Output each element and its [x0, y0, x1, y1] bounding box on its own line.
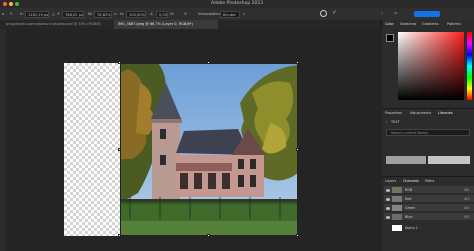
transform-handle-bottom[interactable]	[207, 234, 210, 237]
h-skew-icon: H:	[170, 12, 174, 16]
tab-swatches[interactable]: Swatches	[400, 22, 416, 27]
channel-row-blue[interactable]: Blue ⌘5	[384, 213, 474, 221]
channel-shortcut: ⌘2	[464, 188, 470, 192]
transform-handle-top[interactable]	[207, 61, 210, 64]
transform-handle-top-right[interactable]	[296, 61, 299, 64]
layers-panel-tabs: Layers Channels Paths	[382, 176, 474, 185]
document-tab-2-label: IMG_3887.jpeg @ 66,7% (Layer 0, RGB/8*)	[118, 22, 193, 26]
transform-handle-bottom-right[interactable]	[296, 234, 299, 237]
channel-name: RGB	[405, 188, 413, 192]
channel-name: Blue	[405, 215, 413, 219]
tab-color[interactable]: Color	[385, 22, 394, 27]
reference-point-icon[interactable]: ⠿	[10, 12, 13, 16]
library-search-placeholder: Search current library	[391, 131, 428, 135]
transform-handle-right[interactable]	[296, 148, 299, 151]
title-bar: Adobe Photoshop 2023	[0, 0, 474, 8]
interpolation-select[interactable]: Bicubic	[220, 10, 240, 18]
tab-patterns[interactable]: Patterns	[447, 22, 461, 27]
tab-paths[interactable]: Paths	[425, 179, 434, 184]
transform-handle-top-left[interactable]	[118, 61, 121, 64]
y-value: 786,02 px	[65, 12, 84, 17]
link-wh-icon[interactable]: ∞	[114, 12, 117, 16]
x-value: 1181,25 px	[28, 12, 49, 17]
w-label: W:	[88, 12, 93, 16]
search-icon[interactable]: ⌕	[381, 11, 383, 15]
channel-name: Alpha 1	[405, 226, 418, 230]
channel-thumbnail	[392, 196, 402, 202]
eye-icon[interactable]	[386, 197, 390, 201]
workspace-icon[interactable]: ▭	[394, 11, 397, 15]
properties-panel-tabs: Properties Adjustments Libraries	[382, 108, 474, 117]
library-selector[interactable]: › TEXT	[386, 120, 426, 126]
channel-shortcut: ⌘4	[464, 206, 470, 210]
w-value: 78,82%	[97, 12, 111, 17]
w-field[interactable]: 78,82%	[94, 10, 112, 18]
library-name: TEXT	[391, 120, 400, 124]
document-tab-2[interactable]: IMG_3887.jpeg @ 66,7% (Layer 0, RGB/8*)	[114, 20, 218, 29]
channel-name: Green	[405, 206, 416, 210]
tab-channels[interactable]: Channels	[403, 179, 419, 184]
channel-thumbnail	[392, 205, 402, 211]
chevron-right-icon: ›	[386, 120, 388, 124]
tab-adjustments[interactable]: Adjustments	[410, 111, 431, 116]
channel-row-red[interactable]: Red ⌘3	[384, 195, 474, 203]
transform-bounding-box[interactable]	[120, 63, 298, 236]
x-label: X:	[20, 12, 24, 16]
warp-icon[interactable]: ⌗	[243, 12, 245, 16]
channel-row-green[interactable]: Green ⌘4	[384, 204, 474, 212]
channel-thumbnail	[392, 225, 402, 231]
hue-slider[interactable]	[467, 32, 472, 100]
interpolation-label: Interpolation:	[198, 12, 223, 16]
eye-icon[interactable]	[386, 215, 390, 219]
v-skew-icon: V:	[184, 12, 188, 16]
window-title: Adobe Photoshop 2023	[210, 1, 264, 6]
eye-icon[interactable]	[386, 188, 390, 192]
y-label: Y:	[57, 12, 60, 16]
document-tab-1[interactable]: programok-szamolashoz-nyitokep.psd @ 33%…	[2, 20, 114, 29]
rotate-icon: ∠	[150, 12, 154, 16]
eye-icon[interactable]	[386, 206, 390, 210]
x-field[interactable]: 1181,25 px	[25, 10, 49, 18]
y-field[interactable]: 786,02 px	[62, 10, 84, 18]
library-swatch-2[interactable]	[428, 156, 470, 164]
tab-properties[interactable]: Properties	[385, 111, 402, 116]
channel-thumbnail	[392, 214, 402, 220]
interpolation-value: Bicubic	[223, 12, 236, 17]
transparent-area	[64, 63, 120, 236]
document-tab-1-label: programok-szamolashoz-nyitokep.psd @ 33%…	[6, 22, 101, 26]
angle-value: 0,00	[159, 12, 168, 17]
tab-gradients[interactable]: Gradients	[422, 22, 439, 27]
library-swatch-1[interactable]	[386, 156, 426, 164]
commit-transform-icon[interactable]: ✓	[332, 10, 337, 16]
tab-libraries[interactable]: Libraries	[438, 111, 453, 116]
h-label: H:	[120, 12, 124, 16]
channel-shortcut: ⌘3	[464, 197, 470, 201]
h-field[interactable]: 100,00%	[126, 10, 146, 18]
channel-row-rgb[interactable]: RGB ⌘2	[384, 186, 474, 194]
transform-handle-left[interactable]	[118, 148, 121, 151]
color-picker-field[interactable]	[398, 32, 464, 100]
move-tool-icon[interactable]: ⌂	[2, 12, 4, 16]
library-search-input[interactable]: Search current library	[386, 129, 470, 136]
channel-thumbnail	[392, 187, 402, 193]
transform-handle-bottom-left[interactable]	[118, 234, 121, 237]
share-button[interactable]	[414, 11, 440, 17]
color-panel-tabs: Color Swatches Gradients Patterns	[382, 20, 474, 28]
link-xy-icon[interactable]: △	[52, 12, 55, 16]
angle-field[interactable]: 0,00	[156, 10, 168, 18]
foreground-color-swatch[interactable]	[386, 34, 394, 42]
channel-shortcut: ⌘5	[464, 215, 470, 219]
channel-row-alpha[interactable]: Alpha 1	[384, 224, 474, 232]
cancel-transform-icon[interactable]	[320, 10, 327, 17]
h-value: 100,00%	[129, 12, 145, 17]
tab-layers[interactable]: Layers	[385, 179, 396, 184]
channel-name: Red	[405, 197, 412, 201]
